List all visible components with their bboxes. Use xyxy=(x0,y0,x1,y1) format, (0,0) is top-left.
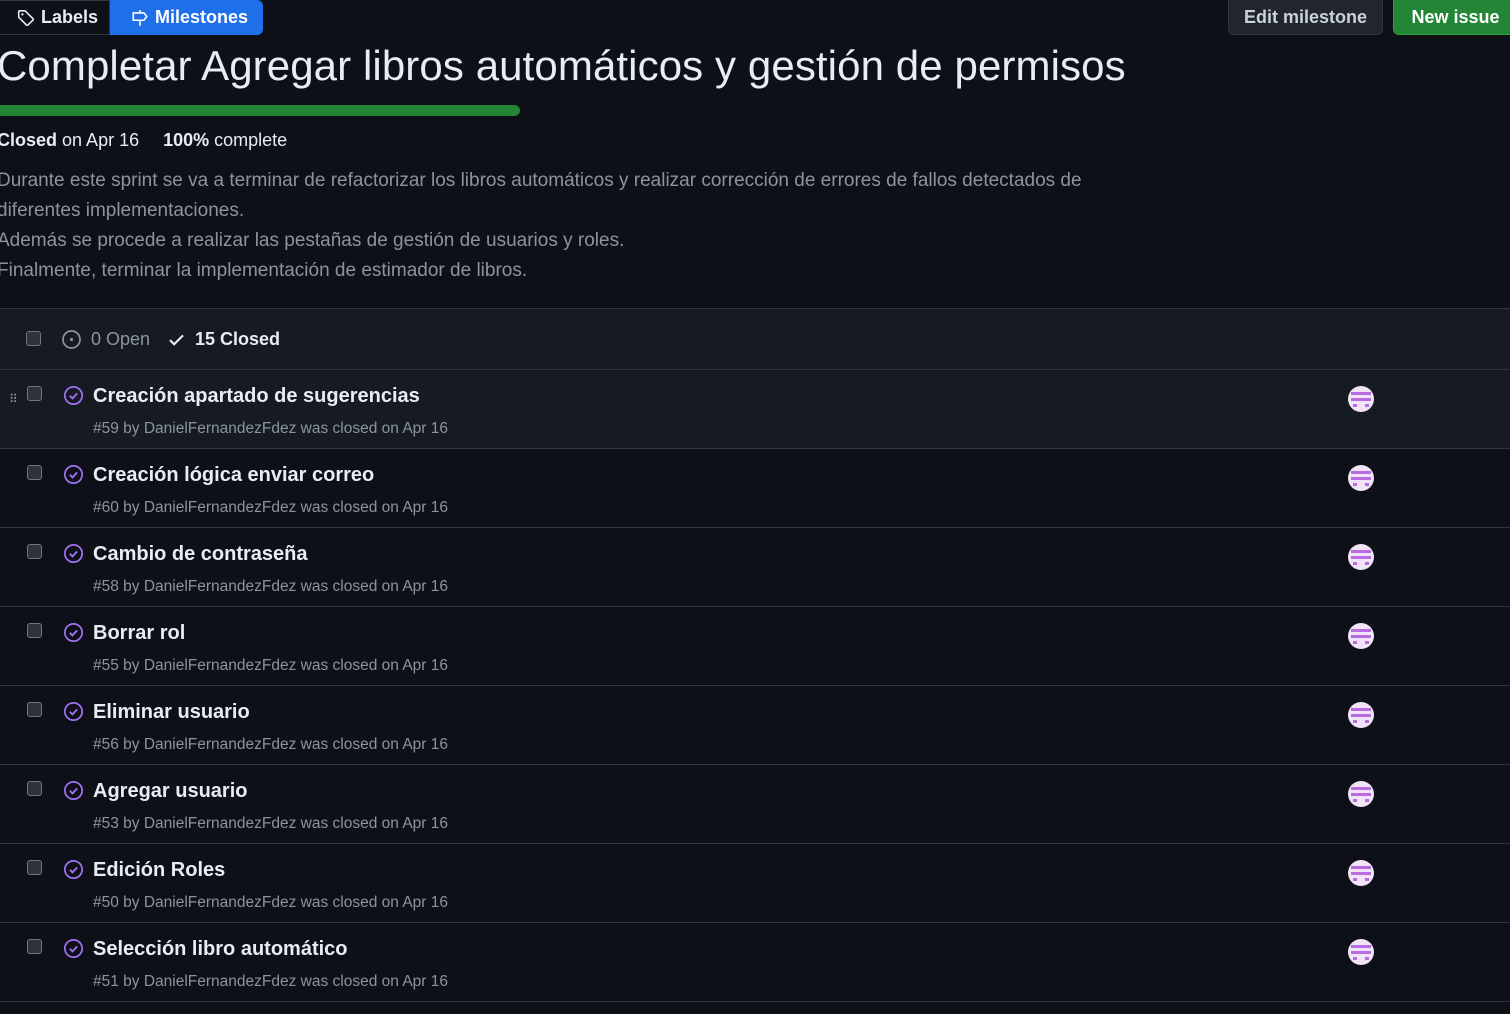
issue-row[interactable]: Eliminar usuario #56 by DanielFernandezFd… xyxy=(0,686,1510,765)
issue-closed-icon xyxy=(63,464,84,490)
milestone-progress-bar xyxy=(0,105,520,116)
tag-icon xyxy=(17,9,34,26)
issue-title-link[interactable]: Agregar usuario xyxy=(93,780,247,803)
edit-milestone-button[interactable]: Edit milestone xyxy=(1228,0,1383,35)
issue-closed-icon xyxy=(63,543,84,569)
open-count: 0 Open xyxy=(91,329,151,349)
issue-closed-icon xyxy=(63,701,84,727)
issue-title-link[interactable]: Selección libro automático xyxy=(93,938,348,961)
labels-tab[interactable]: Labels xyxy=(0,0,110,35)
assignee-avatar[interactable] xyxy=(1348,465,1374,491)
assignee-avatar[interactable] xyxy=(1348,386,1374,412)
issue-subtitle: #60 by DanielFernandezFdez was closed on… xyxy=(93,499,448,516)
issue-checkbox[interactable] xyxy=(27,386,42,401)
issue-checkbox[interactable] xyxy=(27,465,42,480)
description-line: Además se procede a realizar las pestaña… xyxy=(0,230,625,251)
new-issue-button[interactable]: New issue xyxy=(1393,0,1510,35)
milestone-status: Closed xyxy=(0,130,58,150)
milestone-title: Completar Agregar libros automáticos y g… xyxy=(0,42,1126,89)
assignee-avatar[interactable] xyxy=(1348,860,1374,886)
select-all-checkbox[interactable] xyxy=(26,331,41,346)
issue-subtitle: #58 by DanielFernandezFdez was closed on… xyxy=(93,578,448,595)
description-line: Durante este sprint se va a terminar de … xyxy=(0,170,1082,191)
milestone-description: Durante este sprint se va a terminar de … xyxy=(0,166,1197,286)
issue-checkbox[interactable] xyxy=(27,860,42,875)
issue-title-link[interactable]: Cambio de contraseña xyxy=(93,543,308,566)
issue-row[interactable]: ⠿ Creación apartado de sugerencias #59 by … xyxy=(0,370,1510,449)
assignee-avatar[interactable] xyxy=(1348,702,1374,728)
assignee-avatar[interactable] xyxy=(1348,939,1374,965)
milestones-tab[interactable]: Milestones xyxy=(110,0,263,35)
milestone-progress-fill xyxy=(0,105,520,116)
description-line: diferentes implementaciones. xyxy=(0,200,245,221)
issue-subtitle: #59 by DanielFernandezFdez was closed on… xyxy=(93,420,448,437)
issue-subtitle: #53 by DanielFernandezFdez was closed on… xyxy=(93,815,448,832)
milestones-tab-label: Milestones xyxy=(155,7,249,27)
assignee-avatar[interactable] xyxy=(1348,544,1374,570)
issue-title-link[interactable]: Creación lógica enviar correo xyxy=(93,464,374,487)
issue-title-link[interactable]: Eliminar usuario xyxy=(93,701,250,724)
milestone-percent-suffix: complete xyxy=(214,130,288,150)
assignee-avatar[interactable] xyxy=(1348,623,1374,649)
issue-row[interactable]: Borrar rol #55 by DanielFernandezFdez was… xyxy=(0,607,1510,686)
drag-handle-icon[interactable]: ⠿ xyxy=(9,392,18,406)
issue-row[interactable]: Agregar usuario #53 by DanielFernandezFde… xyxy=(0,765,1510,844)
issue-checkbox[interactable] xyxy=(27,702,42,717)
issue-list-header: 0 Open 15 Closed xyxy=(0,309,1510,370)
milestone-icon xyxy=(132,9,148,26)
issue-subtitle: #56 by DanielFernandezFdez was closed on… xyxy=(93,736,448,753)
issue-closed-icon xyxy=(63,859,84,885)
issue-title-link[interactable]: Creación apartado de sugerencias xyxy=(93,385,420,408)
description-line: Finalmente, terminar la implementación d… xyxy=(0,260,528,281)
issue-subtitle: #50 by DanielFernandezFdez was closed on… xyxy=(93,894,448,911)
issue-closed-icon xyxy=(63,780,84,806)
issue-row[interactable]: Selección libro automático #51 by DanielF… xyxy=(0,923,1510,1002)
open-issues-filter[interactable]: 0 Open xyxy=(61,329,150,350)
issue-row[interactable]: Cambio de contraseña #58 by DanielFernand… xyxy=(0,528,1510,607)
labels-tab-label: Labels xyxy=(41,7,99,27)
issue-closed-icon xyxy=(63,385,84,411)
milestone-meta: Closed on Apr 16 100% complete xyxy=(0,130,287,151)
issue-checkbox[interactable] xyxy=(27,544,42,559)
issue-subtitle: #55 by DanielFernandezFdez was closed on… xyxy=(93,657,448,674)
issue-title-link[interactable]: Borrar rol xyxy=(93,622,185,645)
issue-row[interactable]: Edición Roles #50 by DanielFernandezFdez … xyxy=(0,844,1510,923)
milestone-page: Labels Milestones Edit milestone New iss… xyxy=(0,0,1510,1014)
check-icon xyxy=(169,334,184,346)
issue-checkbox[interactable] xyxy=(27,623,42,638)
issue-checkbox[interactable] xyxy=(27,939,42,954)
issue-list: 0 Open 15 Closed ⠿ Creación apartado de s… xyxy=(0,308,1510,1002)
issue-checkbox[interactable] xyxy=(27,781,42,796)
issue-closed-icon xyxy=(63,622,84,648)
assignee-avatar[interactable] xyxy=(1348,781,1374,807)
milestone-percent: 100% xyxy=(163,130,210,150)
issue-row[interactable]: Creación lógica enviar correo #60 by Dani… xyxy=(0,449,1510,528)
closed-count: 15 Closed xyxy=(195,329,281,349)
issue-opened-icon xyxy=(62,330,81,349)
issue-title-link[interactable]: Edición Roles xyxy=(93,859,225,882)
top-bar: Labels Milestones Edit milestone New iss… xyxy=(0,0,1510,35)
closed-issues-filter[interactable]: 15 Closed xyxy=(167,329,280,350)
issue-closed-icon xyxy=(63,938,84,964)
milestone-status-date: on Apr 16 xyxy=(62,130,140,150)
issue-subtitle: #51 by DanielFernandezFdez was closed on… xyxy=(93,973,448,990)
